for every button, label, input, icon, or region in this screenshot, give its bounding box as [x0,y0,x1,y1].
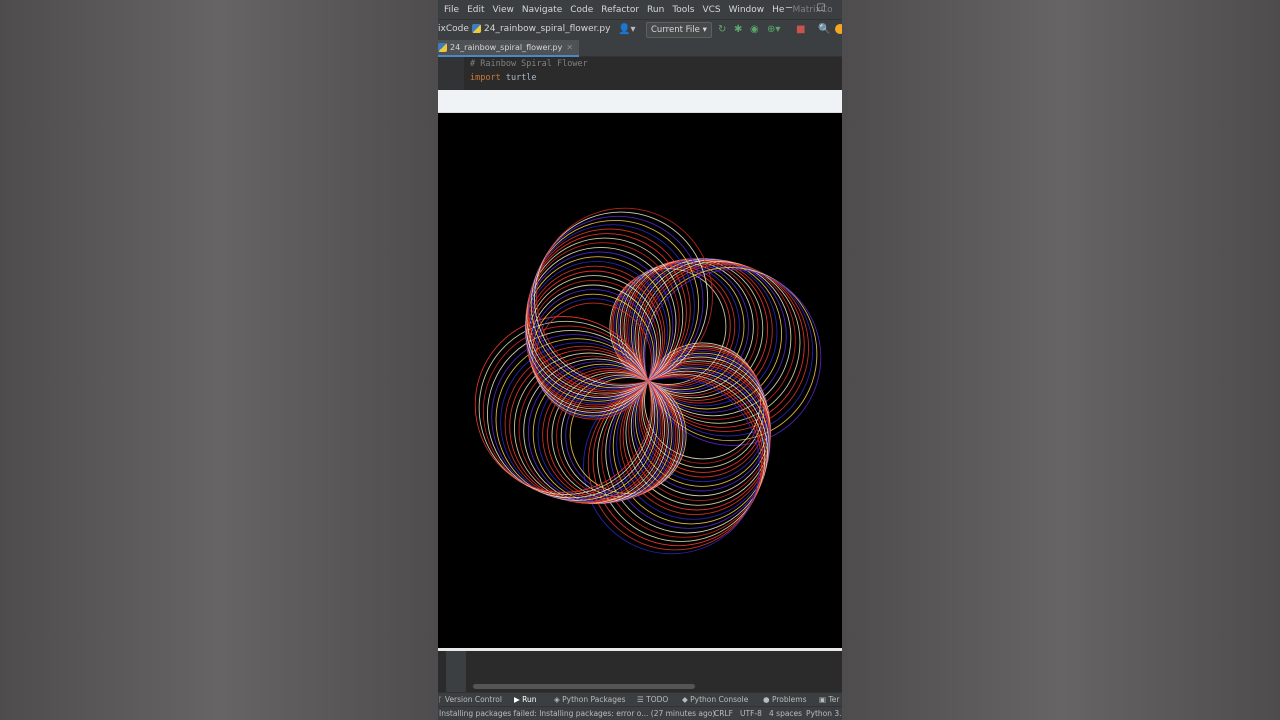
tool-python-console[interactable]: ◆ Python Console [682,693,748,707]
menu-file[interactable]: File [441,5,462,15]
menu-edit[interactable]: Edit [464,5,487,15]
menu-window[interactable]: Window [726,5,768,15]
list-icon: ☰ [637,695,647,704]
editor-gutter [438,57,464,90]
menu-navigate[interactable]: Navigate [519,5,565,15]
tool-python-packages-label: Python Packages [562,695,626,704]
code-line-2: import turtle [470,73,537,83]
python-interpreter[interactable]: Python 3. [806,707,842,720]
menu-code[interactable]: Code [567,5,596,15]
run-config-select[interactable]: Current File ▾ [646,22,712,38]
turtle-canvas [438,113,842,648]
horizontal-scrollbar[interactable] [473,684,695,689]
project-name[interactable]: ixCode [438,23,469,36]
breadcrumb-file-label: 24_rainbow_spiral_flower.py [484,24,611,34]
code-line-1: # Rainbow Spiral Flower [470,59,588,69]
code-editor[interactable]: # Rainbow Spiral Flower import turtle [438,57,842,90]
background-left [0,0,438,720]
ide-window: File Edit View Navigate Code Refactor Ru… [438,0,842,720]
problems-icon: ● [763,695,772,704]
update-icon[interactable] [835,24,842,34]
menu-vcs[interactable]: VCS [699,5,723,15]
debug-icon[interactable]: ✱ [734,23,742,36]
rainbow-spiral-flower [474,207,822,555]
packages-icon: ◈ [554,695,563,704]
rerun-icon[interactable]: ↻ [718,23,726,36]
python-file-icon [472,24,481,33]
run-panel [438,651,842,692]
tool-problems-label: Problems [771,695,807,704]
user-icon[interactable]: 👤▾ [618,23,635,36]
tool-python-packages[interactable]: ◈ Python Packages [554,693,626,707]
menu-run[interactable]: Run [644,5,667,15]
close-icon[interactable]: ✕ [566,43,573,52]
menu-bar: File Edit View Navigate Code Refactor Ru… [438,0,842,19]
branch-icon: ᚴ [438,695,445,704]
module-name: turtle [500,73,537,83]
status-message[interactable]: Installing packages failed: Installing p… [439,707,715,720]
run-panel-sidebar [446,651,466,692]
tool-terminal[interactable]: ▣ Ter [819,693,840,707]
tool-problems[interactable]: ● Problems [763,693,807,707]
tool-todo-label: TODO [646,695,669,704]
run-icon: ▶ [514,695,523,704]
tab-rainbow-spiral-flower[interactable]: 24_rainbow_spiral_flower.py ✕ [438,40,580,57]
editor-tabs: 24_rainbow_spiral_flower.py ✕ [438,40,842,57]
tool-terminal-label: Ter [828,695,840,704]
minimize-icon[interactable]: ─ [780,0,798,19]
main-toolbar: ixCode 24_rainbow_spiral_flower.py 👤▾ Cu… [438,19,842,41]
menu-tools[interactable]: Tools [669,5,697,15]
coverage-icon[interactable]: ◉ [750,23,759,36]
tool-window-bar: ᚴ Version Control ▶ Run ◈ Python Package… [438,692,842,707]
search-icon[interactable]: 🔍 [818,23,830,36]
menu-view[interactable]: View [490,5,517,15]
tab-label: 24_rainbow_spiral_flower.py [450,43,563,52]
python-file-icon [438,43,447,52]
background-right [842,0,1280,720]
tool-version-control[interactable]: ᚴ Version Control [438,693,502,707]
menu-refactor[interactable]: Refactor [598,5,642,15]
line-separator[interactable]: CRLF [714,707,733,720]
profile-icon[interactable]: ⊕▾ [767,23,780,36]
import-keyword: import [470,73,501,83]
console-icon: ◆ [682,695,691,704]
tool-python-console-label: Python Console [690,695,749,704]
indent-setting[interactable]: 4 spaces [769,707,802,720]
tool-version-control-label: Version Control [444,695,502,704]
stop-icon[interactable]: ■ [796,23,805,36]
run-config-label: Current File [651,25,700,35]
tool-run-label: Run [522,695,537,704]
status-bar: Installing packages failed: Installing p… [438,706,842,720]
chevron-down-icon: ▾ [702,25,707,35]
turtle-window-titlebar[interactable] [438,90,842,113]
file-encoding[interactable]: UTF-8 [740,707,762,720]
breadcrumb-file[interactable]: 24_rainbow_spiral_flower.py [472,23,610,36]
maximize-icon[interactable]: ☐ [812,0,830,19]
tool-todo[interactable]: ☰ TODO [637,693,668,707]
tool-run[interactable]: ▶ Run [514,693,537,707]
